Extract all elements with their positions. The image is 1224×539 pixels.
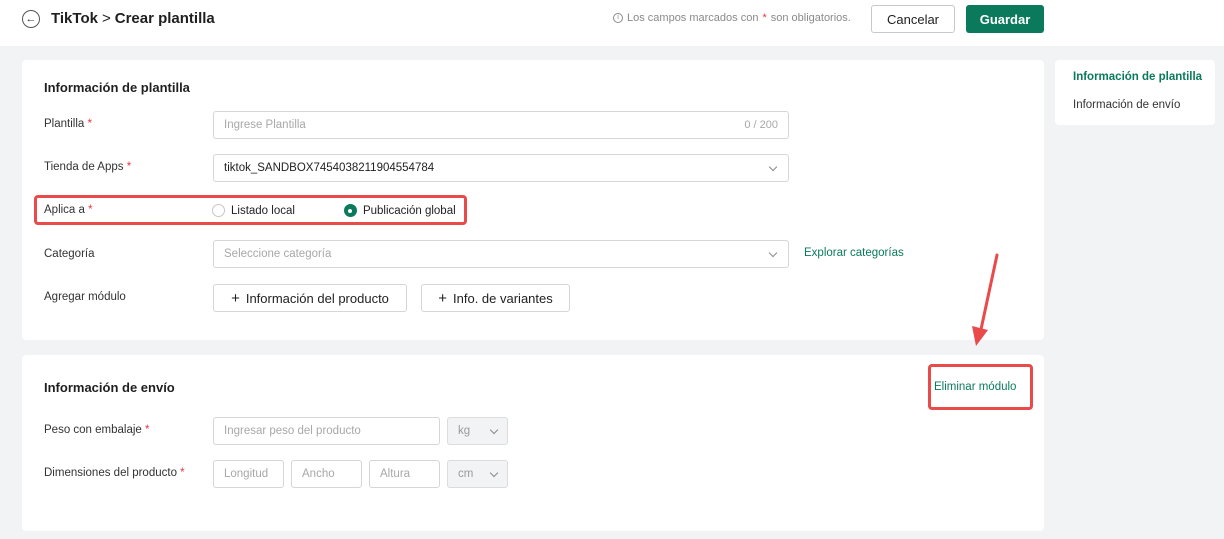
shipping-info-card: Información de envío Eliminar módulo Pes… xyxy=(22,355,1044,531)
page-title: Crear plantilla xyxy=(114,10,215,27)
dimensions-label: Dimensiones del producto * xyxy=(44,467,185,479)
cancel-button[interactable]: Cancelar xyxy=(871,5,955,33)
add-product-info-label: Información del producto xyxy=(245,290,389,306)
back-arrow-icon[interactable]: ← xyxy=(22,10,40,28)
category-select[interactable]: Seleccione categoría xyxy=(213,240,789,268)
height-input[interactable]: Altura xyxy=(369,460,440,488)
required-fields-note: i Los campos marcados con * son obligato… xyxy=(613,12,851,24)
plus-icon: + xyxy=(231,289,240,307)
section-nav-shipping[interactable]: Información de envío xyxy=(1073,99,1180,111)
dimension-unit-value: cm xyxy=(458,468,474,480)
width-placeholder: Ancho xyxy=(302,468,335,480)
breadcrumb-separator: > xyxy=(101,10,111,27)
explore-categories-link[interactable]: Explorar categorías xyxy=(804,247,904,259)
applies-to-label: Aplica a * xyxy=(44,204,93,216)
radio-global-publication[interactable]: Publicación global xyxy=(343,204,456,217)
info-icon: i xyxy=(613,13,623,23)
chevron-down-icon xyxy=(768,248,778,258)
chevron-down-icon xyxy=(768,162,778,172)
dimension-unit-select[interactable]: cm xyxy=(447,460,508,488)
top-bar: ← TikTok > Crear plantilla i Los campos … xyxy=(0,0,1224,46)
template-info-card: Información de plantilla Plantilla * Ing… xyxy=(22,60,1044,340)
weight-placeholder: Ingresar peso del producto xyxy=(224,425,361,437)
store-select[interactable]: tiktok_SANDBOX7454038211904554784 xyxy=(213,154,789,182)
chevron-down-icon xyxy=(489,425,499,435)
applies-to-radio-group: Listado local Publicación global xyxy=(212,204,456,217)
store-value: tiktok_SANDBOX7454038211904554784 xyxy=(224,162,435,174)
height-placeholder: Altura xyxy=(380,468,411,480)
chevron-down-icon xyxy=(489,468,499,478)
save-button[interactable]: Guardar xyxy=(966,5,1044,33)
add-variants-button[interactable]: + Info. de variantes xyxy=(421,284,570,312)
add-module-label: Agregar módulo xyxy=(44,291,126,303)
category-placeholder: Seleccione categoría xyxy=(224,248,332,260)
required-note-suffix: son obligatorios. xyxy=(770,12,851,24)
weight-unit-value: kg xyxy=(458,425,471,437)
section-title-shipping: Información de envío xyxy=(44,380,175,395)
store-label: Tienda de Apps * xyxy=(44,161,132,173)
length-input[interactable]: Longitud xyxy=(213,460,284,488)
category-label: Categoría xyxy=(44,248,95,260)
required-star: * xyxy=(762,12,767,24)
remove-module-link[interactable]: Eliminar módulo xyxy=(934,381,1016,393)
weight-unit-select[interactable]: kg xyxy=(447,417,508,445)
weight-label: Peso con embalaje * xyxy=(44,424,150,436)
add-product-info-button[interactable]: + Información del producto xyxy=(213,284,407,312)
section-nav-template[interactable]: Información de plantilla xyxy=(1073,71,1202,83)
template-name-label: Plantilla * xyxy=(44,118,92,130)
radio-local-listing[interactable]: Listado local xyxy=(212,204,295,217)
breadcrumb-root[interactable]: TikTok xyxy=(51,10,98,27)
template-name-placeholder: Ingrese Plantilla xyxy=(224,119,306,131)
radio-global-label: Publicación global xyxy=(362,204,456,217)
char-counter: 0 / 200 xyxy=(744,119,778,131)
length-placeholder: Longitud xyxy=(224,468,269,480)
section-title-template: Información de plantilla xyxy=(44,80,190,95)
add-variants-label: Info. de variantes xyxy=(453,290,553,306)
radio-unchecked-icon xyxy=(212,204,225,217)
required-note-prefix: Los campos marcados con xyxy=(627,12,759,24)
weight-input[interactable]: Ingresar peso del producto xyxy=(213,417,440,445)
radio-checked-icon xyxy=(343,204,357,217)
radio-local-label: Listado local xyxy=(231,204,295,217)
template-name-input[interactable]: Ingrese Plantilla 0 / 200 xyxy=(213,111,789,139)
breadcrumb: TikTok > Crear plantilla xyxy=(51,10,215,27)
width-input[interactable]: Ancho xyxy=(291,460,362,488)
plus-icon: + xyxy=(438,289,448,307)
section-nav: Información de plantilla Información de … xyxy=(1055,60,1215,125)
